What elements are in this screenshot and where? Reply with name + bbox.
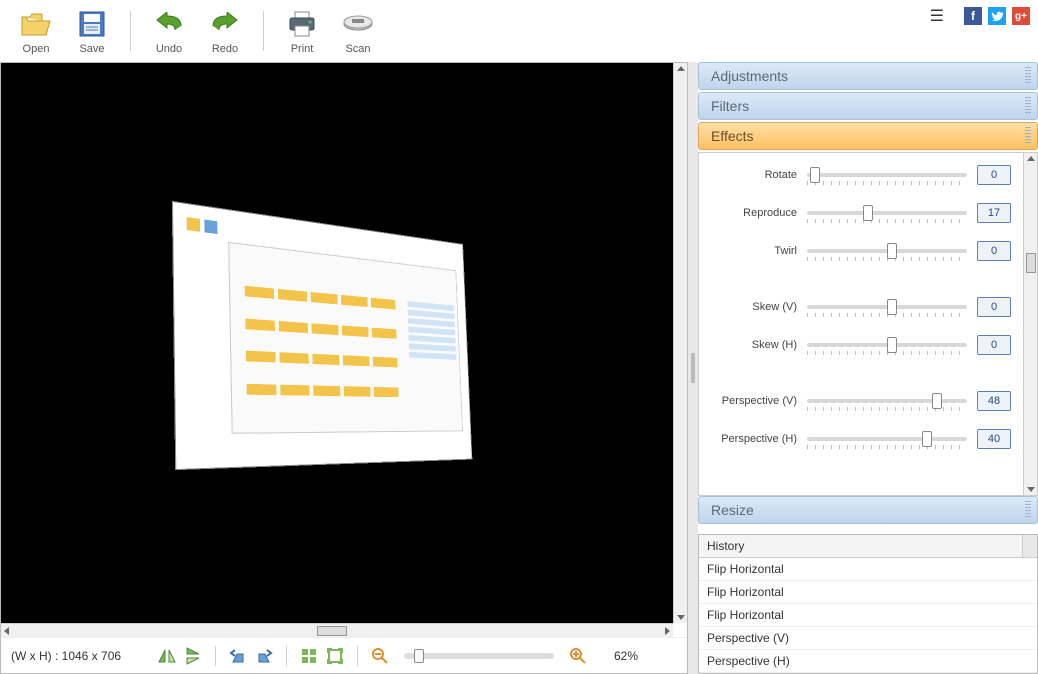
list-icon[interactable]: ☰ xyxy=(930,6,944,26)
accordion-resize[interactable]: Resize xyxy=(698,496,1038,524)
panel-splitter[interactable] xyxy=(688,62,698,674)
save-label: Save xyxy=(79,43,104,55)
accordion-filters[interactable]: Filters xyxy=(698,92,1038,120)
undo-label: Undo xyxy=(156,43,182,55)
perspective-v-slider-row: Perspective (V) 48 xyxy=(707,391,1029,411)
google-plus-icon[interactable]: g+ xyxy=(1012,7,1030,25)
skew-h-slider[interactable] xyxy=(807,343,967,347)
rotate-label: Rotate xyxy=(707,169,807,181)
rotate-slider-row: Rotate 0 xyxy=(707,165,1029,185)
toolbar-separator xyxy=(130,11,131,51)
twitter-icon[interactable] xyxy=(988,7,1006,25)
scan-button[interactable]: Scan xyxy=(330,5,386,57)
skew-v-slider[interactable] xyxy=(807,305,967,309)
history-panel: History Flip Horizontal Flip Horizontal … xyxy=(698,534,1038,674)
toolbar-right: ☰ f g+ xyxy=(930,6,1030,26)
history-item[interactable]: Flip Horizontal xyxy=(699,581,1037,604)
undo-icon xyxy=(149,7,189,41)
history-header: History xyxy=(699,535,1037,558)
zoom-slider[interactable] xyxy=(404,653,554,659)
fullscreen-icon[interactable] xyxy=(325,646,345,666)
skew-v-label: Skew (V) xyxy=(707,301,807,313)
open-button[interactable]: Open xyxy=(8,5,64,57)
scan-label: Scan xyxy=(345,43,370,55)
skew-h-value[interactable]: 0 xyxy=(977,335,1011,355)
separator xyxy=(286,646,287,666)
print-label: Print xyxy=(291,43,314,55)
facebook-icon[interactable]: f xyxy=(964,7,982,25)
redo-icon xyxy=(205,7,245,41)
effects-panel: Rotate 0 Reproduce 17 Twirl 0 Skew (V) 0 xyxy=(698,152,1038,496)
reproduce-slider[interactable] xyxy=(807,211,967,215)
zoom-value: 62% xyxy=(614,649,638,663)
accordion-effects[interactable]: Effects xyxy=(698,122,1038,150)
perspective-v-slider[interactable] xyxy=(807,399,967,403)
zoom-out-icon[interactable] xyxy=(370,646,390,666)
canvas-viewport xyxy=(1,63,687,637)
open-label: Open xyxy=(23,43,50,55)
rotate-slider[interactable] xyxy=(807,173,967,177)
dimensions-label: (W x H) : 1046 x 706 xyxy=(11,649,151,663)
printer-icon xyxy=(282,7,322,41)
scanner-icon xyxy=(338,7,378,41)
perspective-h-label: Perspective (H) xyxy=(707,433,807,445)
rotate-value[interactable]: 0 xyxy=(977,165,1011,185)
perspective-v-label: Perspective (V) xyxy=(707,395,807,407)
main-area: (W x H) : 1046 x 706 62% Adjustments Fil… xyxy=(0,62,1038,674)
history-item[interactable]: Flip Horizontal xyxy=(699,604,1037,627)
rotate-left-icon[interactable] xyxy=(228,646,248,666)
reproduce-slider-row: Reproduce 17 xyxy=(707,203,1029,223)
edited-image xyxy=(172,201,473,470)
skew-v-value[interactable]: 0 xyxy=(977,297,1011,317)
accordion-adjustments[interactable]: Adjustments xyxy=(698,62,1038,90)
redo-button[interactable]: Redo xyxy=(197,5,253,57)
effects-scrollbar[interactable] xyxy=(1023,153,1037,495)
history-item[interactable]: Perspective (V) xyxy=(699,627,1037,650)
perspective-h-value[interactable]: 40 xyxy=(977,429,1011,449)
separator xyxy=(215,646,216,666)
perspective-h-slider-row: Perspective (H) 40 xyxy=(707,429,1029,449)
skew-h-label: Skew (H) xyxy=(707,339,807,351)
floppy-disk-icon xyxy=(72,7,112,41)
reproduce-label: Reproduce xyxy=(707,207,807,219)
main-toolbar: Open Save Undo Redo Print Scan ☰ f xyxy=(0,0,1038,62)
history-item[interactable]: Flip Horizontal xyxy=(699,558,1037,581)
canvas-area: (W x H) : 1046 x 706 62% xyxy=(0,62,688,674)
reproduce-value[interactable]: 17 xyxy=(977,203,1011,223)
fit-screen-icon[interactable] xyxy=(299,646,319,666)
vertical-scrollbar[interactable] xyxy=(673,63,687,623)
zoom-in-icon[interactable] xyxy=(568,646,588,666)
folder-open-icon xyxy=(16,7,56,41)
flip-horizontal-icon[interactable] xyxy=(157,646,177,666)
save-button[interactable]: Save xyxy=(64,5,120,57)
horizontal-scrollbar[interactable] xyxy=(1,623,673,637)
perspective-h-slider[interactable] xyxy=(807,437,967,441)
twirl-slider-row: Twirl 0 xyxy=(707,241,1029,261)
twirl-slider[interactable] xyxy=(807,249,967,253)
separator xyxy=(357,646,358,666)
twirl-label: Twirl xyxy=(707,245,807,257)
bottom-bar: (W x H) : 1046 x 706 62% xyxy=(1,637,687,673)
skew-v-slider-row: Skew (V) 0 xyxy=(707,297,1029,317)
rotate-right-icon[interactable] xyxy=(254,646,274,666)
redo-label: Redo xyxy=(212,43,238,55)
perspective-v-value[interactable]: 48 xyxy=(977,391,1011,411)
toolbar-separator xyxy=(263,11,264,51)
skew-h-slider-row: Skew (H) 0 xyxy=(707,335,1029,355)
twirl-value[interactable]: 0 xyxy=(977,241,1011,261)
right-panel: Adjustments Filters Effects Rotate 0 Rep… xyxy=(698,62,1038,674)
flip-vertical-icon[interactable] xyxy=(183,646,203,666)
print-button[interactable]: Print xyxy=(274,5,330,57)
history-item[interactable]: Perspective (H) xyxy=(699,650,1037,673)
canvas-background[interactable] xyxy=(1,63,673,623)
undo-button[interactable]: Undo xyxy=(141,5,197,57)
